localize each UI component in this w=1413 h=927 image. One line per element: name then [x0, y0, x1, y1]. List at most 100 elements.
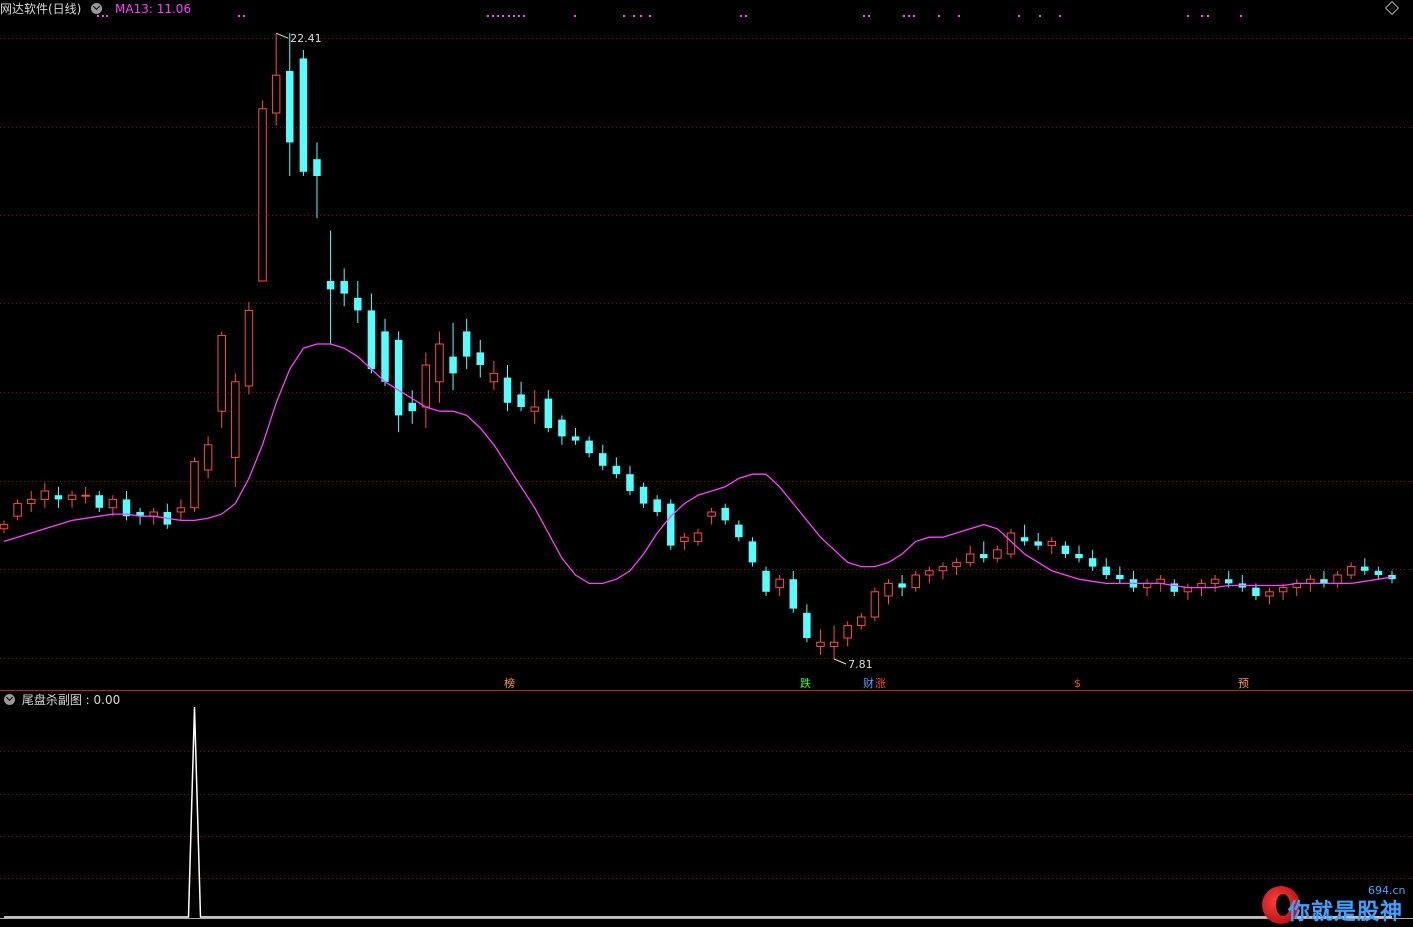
indicator-dropdown-icon[interactable] [4, 694, 15, 705]
candle-body [81, 494, 90, 497]
candle-body [1020, 537, 1029, 542]
candle-body [857, 616, 866, 626]
main-header: 网达软件(日线) MA13: 11.06 [0, 1, 191, 17]
candle-body [354, 297, 362, 311]
candle-body [816, 641, 825, 647]
candle-body [1224, 579, 1233, 584]
candle-body [829, 641, 839, 647]
main-chart[interactable]: 22.41 7.81 [0, 0, 1413, 927]
signal-dot [508, 15, 510, 17]
watermark-site: 694.cn [1368, 884, 1406, 897]
candle-body [980, 554, 988, 559]
candle-body [326, 281, 335, 290]
candle-body [244, 309, 254, 387]
candle-body [680, 536, 689, 542]
candle-body [884, 582, 893, 597]
signal-dot [958, 15, 960, 17]
candle-body [1102, 566, 1110, 575]
candle-body [394, 339, 403, 416]
low-label: 7.81 [848, 658, 873, 671]
candle-body [667, 503, 675, 546]
signal-dot [913, 15, 915, 17]
signal-dot [502, 15, 504, 17]
candle-body [965, 553, 975, 563]
candle-body [503, 377, 512, 403]
candle-body [26, 498, 36, 505]
signal-tag: 榜 [504, 677, 515, 690]
candle-body [517, 394, 525, 407]
candle-body [653, 499, 661, 512]
candle-body [612, 465, 621, 475]
candle-body [1265, 591, 1274, 597]
candle-body [530, 406, 539, 412]
signal-tag: 涨 [875, 677, 886, 690]
signal-dot [497, 15, 499, 17]
candle-body [993, 549, 1002, 559]
watermark-text: 你就是股神 [1288, 900, 1404, 925]
indicator-line [4, 706, 1392, 918]
candle-body [381, 331, 389, 382]
candle-body [938, 566, 948, 572]
signal-tag: 跌 [800, 677, 811, 690]
candle-body [1210, 578, 1220, 584]
signal-dot [640, 15, 642, 17]
candle-body [108, 498, 118, 509]
candle-body [1346, 566, 1356, 576]
signal-dot [238, 15, 240, 17]
signal-dot [868, 15, 870, 17]
candle-body [462, 331, 471, 357]
signal-dot [1207, 15, 1209, 17]
candle-body [870, 591, 880, 618]
candle-body [421, 364, 431, 408]
candle-body [217, 335, 226, 412]
signal-dot [1201, 15, 1203, 17]
candle-body [898, 583, 906, 588]
signal-dot [492, 15, 494, 17]
candle-body [67, 494, 77, 500]
candle-body [1374, 570, 1383, 575]
candle-body [1034, 541, 1042, 546]
watermark: 你就是股神 694.cn [1262, 884, 1412, 926]
candle-body [571, 436, 580, 441]
signal-dot [1018, 15, 1020, 17]
candle-body [748, 541, 757, 563]
indicator-header: 尾盘杀副图 : 0.00 [0, 692, 120, 708]
ma-label: MA13: 11.06 [115, 2, 192, 16]
candle-body [176, 507, 186, 513]
signal-dot [574, 15, 576, 17]
candle-body [1333, 574, 1342, 584]
signal-dot [1059, 15, 1061, 17]
signal-dot [908, 15, 910, 17]
stock-title: 网达软件(日线) [0, 2, 82, 16]
signal-dot [903, 15, 905, 17]
candle-body [775, 578, 784, 589]
candle-body [1088, 558, 1097, 567]
candle-body [585, 440, 593, 454]
candle-body [762, 570, 770, 592]
candle-body [843, 624, 852, 639]
candle-body [408, 402, 416, 412]
candle-body [1061, 545, 1070, 554]
candle-body [299, 58, 308, 172]
signal-dot [523, 15, 525, 17]
candle-body [558, 419, 566, 437]
candle-body [693, 532, 703, 542]
candle-body [231, 381, 240, 458]
signal-dot [513, 15, 515, 17]
candle-body [1252, 587, 1260, 596]
candle-body [639, 486, 648, 504]
candle-body [258, 108, 267, 282]
candle-body [0, 524, 9, 530]
signal-dot [243, 15, 245, 17]
signal-tag: $ [1074, 677, 1081, 690]
candle-body [271, 74, 281, 114]
dropdown-icon[interactable] [91, 3, 103, 14]
signal-dot [623, 15, 625, 17]
candle-body [449, 356, 457, 374]
candle-body [40, 490, 50, 500]
candle-body [367, 310, 376, 370]
indicator-title: 尾盘杀副图 : 0.00 [21, 693, 121, 707]
candle-body [489, 372, 499, 383]
signal-dot [1240, 15, 1242, 17]
signal-dot [633, 15, 635, 17]
